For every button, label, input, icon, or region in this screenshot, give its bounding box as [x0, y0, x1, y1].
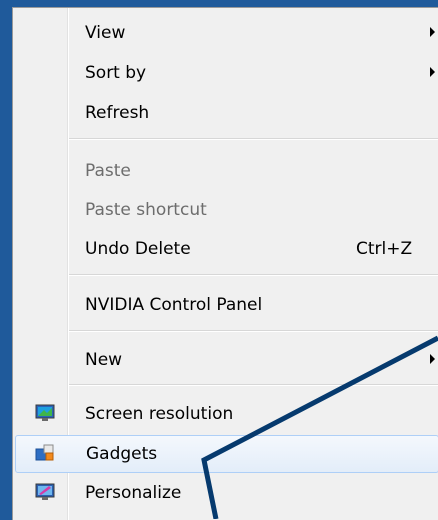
- menu-item-undo-delete-shortcut: Ctrl+Z: [356, 239, 413, 259]
- menu-item-screen-resolution-label: Screen resolution: [85, 404, 234, 424]
- menu-item-gadgets-label: Gadgets: [86, 444, 158, 464]
- menu-item-new[interactable]: New: [15, 341, 438, 379]
- submenu-arrow-icon: [430, 67, 435, 77]
- menu-item-nvidia-control-panel[interactable]: NVIDIA Control Panel: [15, 286, 438, 324]
- menu-item-paste-shortcut: Paste shortcut: [15, 191, 438, 229]
- menu-item-view-label: View: [85, 23, 126, 43]
- menu-separator: [69, 138, 438, 139]
- menu-item-paste: Paste: [15, 152, 438, 190]
- menu-item-refresh[interactable]: Refresh: [15, 94, 438, 132]
- menu-item-new-label: New: [85, 350, 123, 370]
- menu-item-undo-delete[interactable]: Undo Delete Ctrl+Z: [15, 230, 438, 268]
- menu-separator: [69, 274, 438, 275]
- gadgets-icon: [35, 444, 55, 462]
- menu-item-personalize[interactable]: Personalize: [15, 474, 438, 512]
- menu-item-paste-shortcut-label: Paste shortcut: [85, 200, 207, 220]
- submenu-arrow-icon: [430, 27, 435, 37]
- personalize-icon: [35, 483, 55, 501]
- menu-item-view[interactable]: View: [15, 14, 438, 52]
- screen-resolution-icon: [35, 404, 55, 422]
- desktop-context-menu: View Sort by Refresh Paste Paste shortcu…: [12, 7, 438, 520]
- menu-item-gadgets[interactable]: Gadgets: [15, 435, 438, 473]
- menu-item-paste-label: Paste: [85, 161, 131, 181]
- submenu-arrow-icon: [430, 354, 435, 364]
- menu-item-personalize-label: Personalize: [85, 483, 182, 503]
- menu-item-screen-resolution[interactable]: Screen resolution: [15, 395, 438, 433]
- menu-separator: [69, 330, 438, 331]
- menu-item-sort-by-label: Sort by: [85, 63, 147, 83]
- menu-separator: [69, 384, 438, 385]
- menu-item-nvidia-control-panel-label: NVIDIA Control Panel: [85, 295, 263, 315]
- menu-item-refresh-label: Refresh: [85, 103, 150, 123]
- menu-item-undo-delete-label: Undo Delete: [85, 239, 191, 259]
- menu-item-sort-by[interactable]: Sort by: [15, 54, 438, 92]
